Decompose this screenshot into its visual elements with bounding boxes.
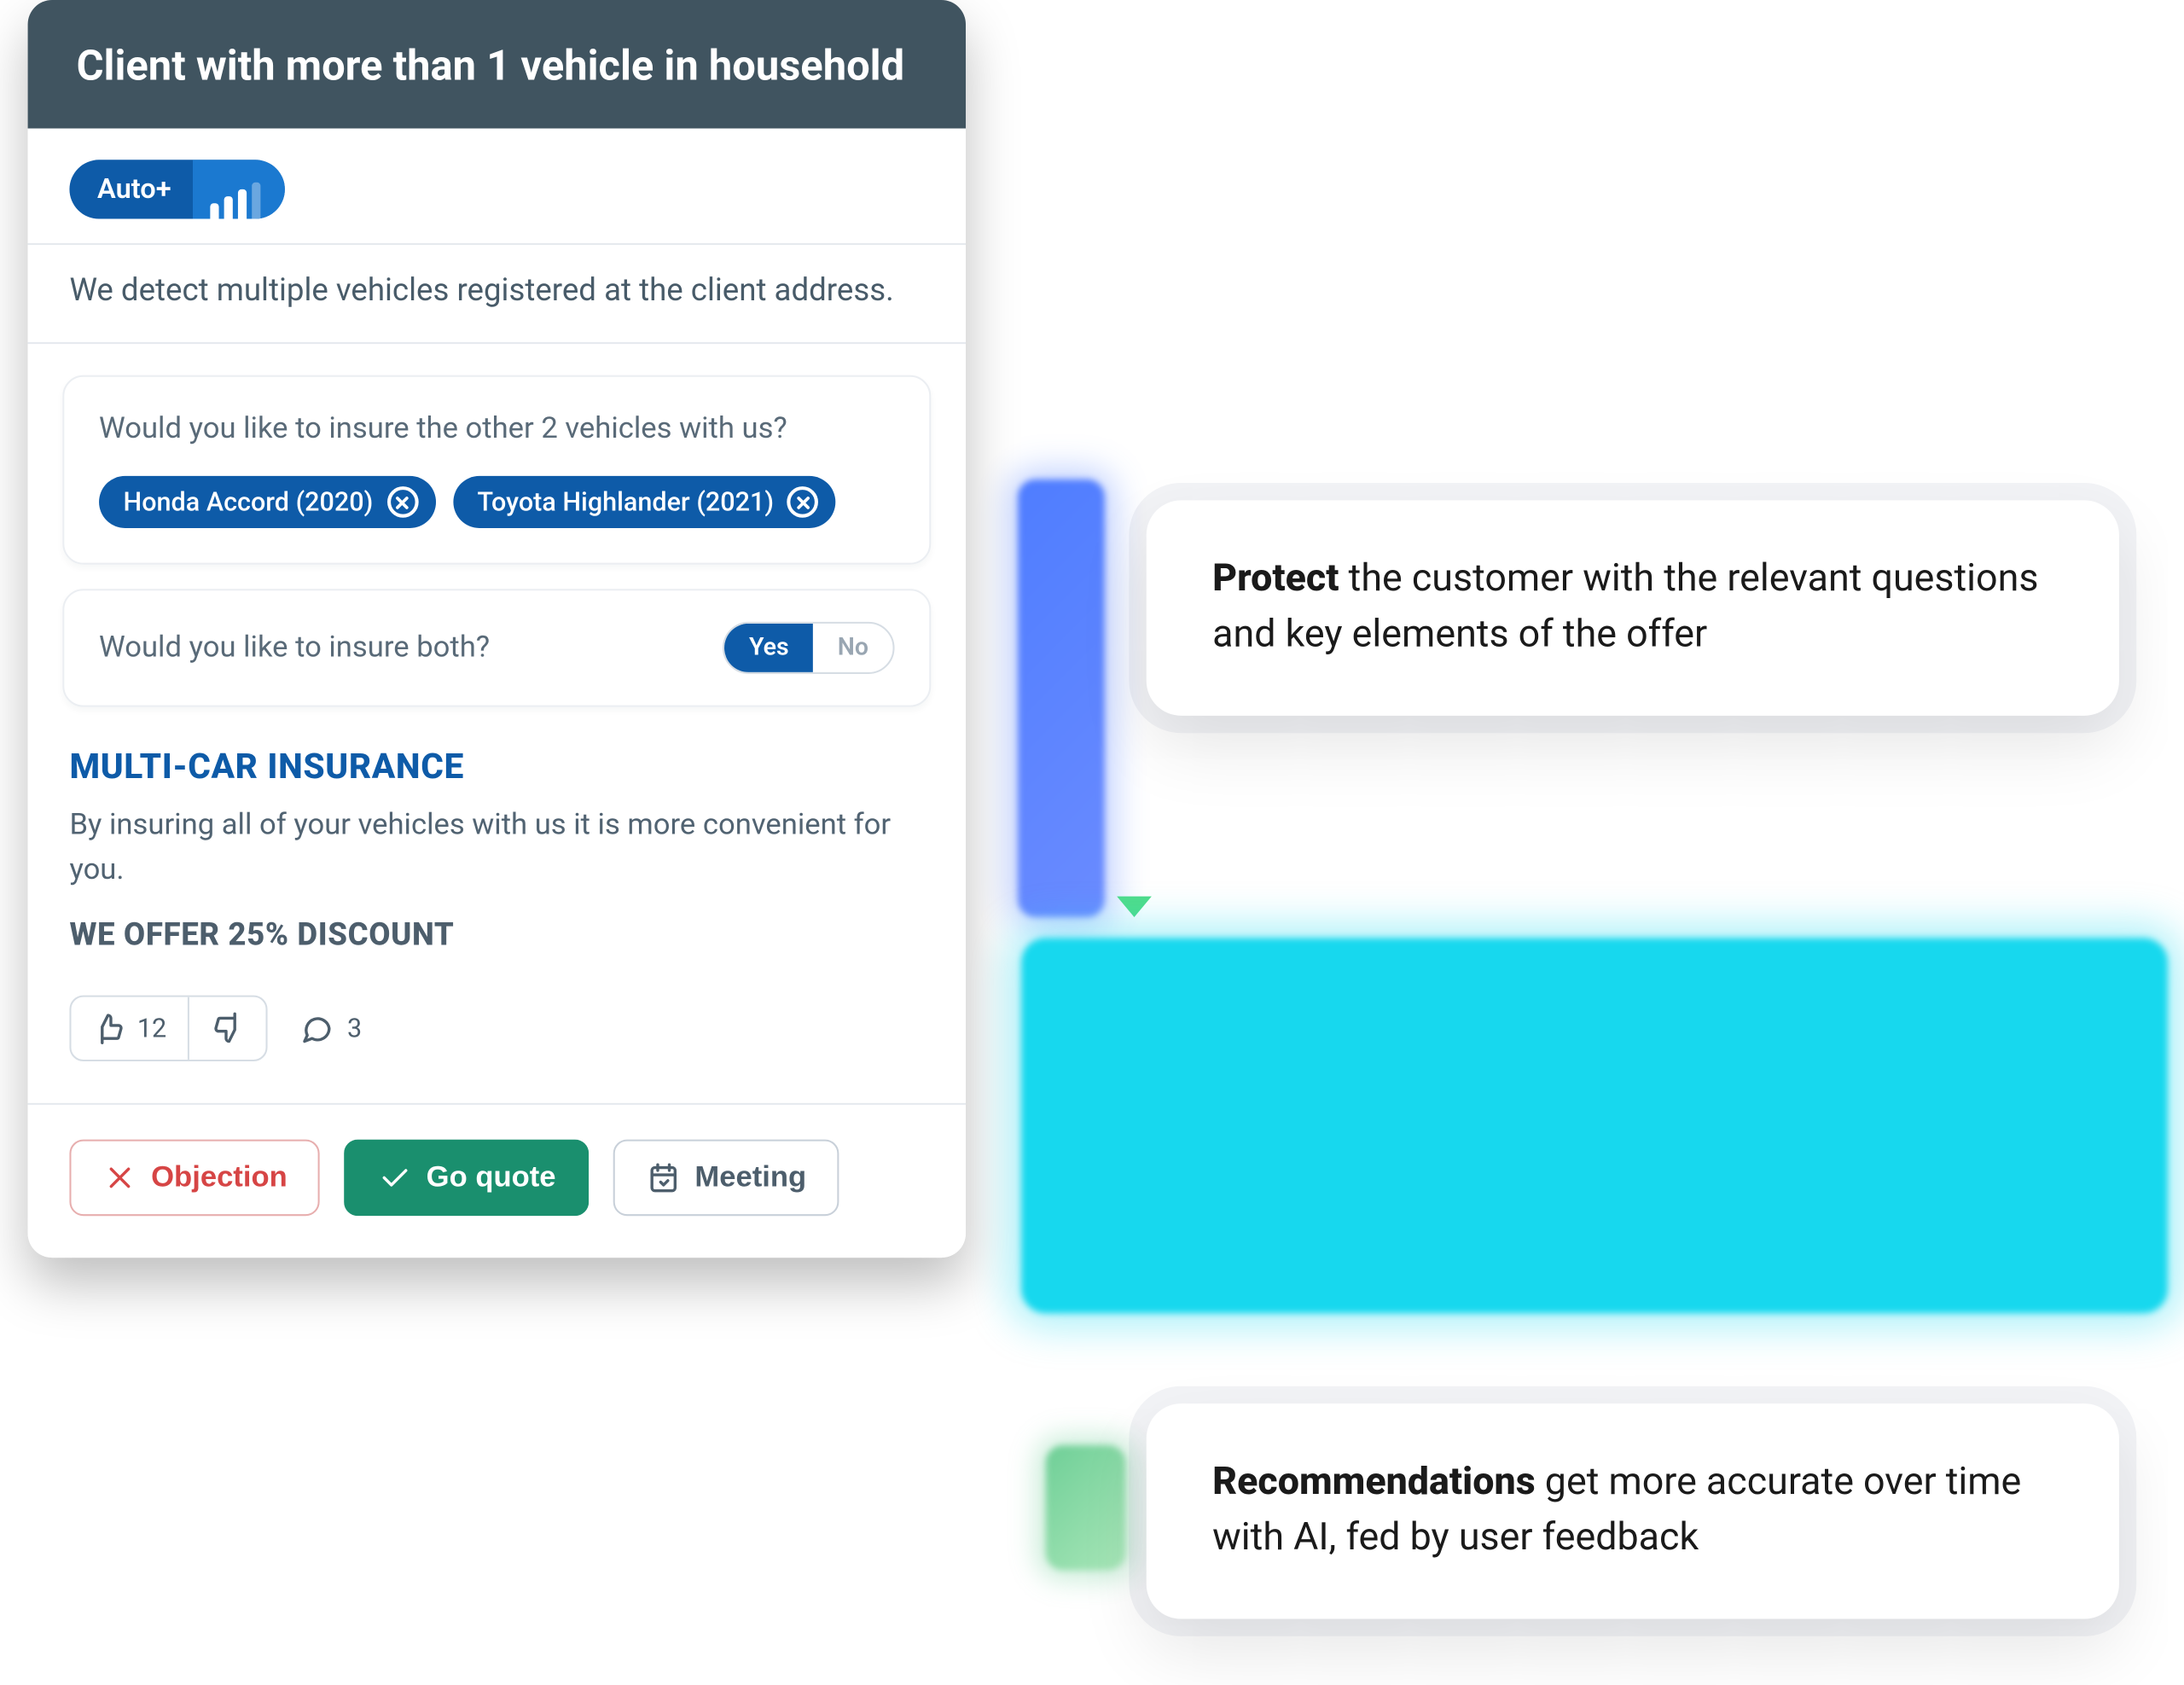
- offer-discount: WE OFFER 25% DISCOUNT: [69, 917, 924, 954]
- like-button[interactable]: 12: [71, 997, 187, 1060]
- thumbs-down-icon: [210, 1011, 245, 1046]
- comment-icon: [299, 1011, 334, 1046]
- card-title: Client with more than 1 vehicle in house…: [28, 0, 966, 129]
- vehicle-chip[interactable]: Honda Accord (2020): [99, 476, 436, 528]
- objection-button[interactable]: Objection: [69, 1140, 320, 1217]
- check-icon: [378, 1160, 413, 1195]
- action-buttons: Objection Go quote Meeting: [28, 1105, 966, 1227]
- vehicle-chip-label: Honda Accord (2020): [124, 486, 374, 518]
- offer-block: MULTI-CAR INSURANCE By insuring all of y…: [28, 707, 966, 964]
- comments-button[interactable]: 3: [299, 1011, 362, 1046]
- vehicle-chip[interactable]: Toyota Highlander (2021): [453, 476, 836, 528]
- toggle-no[interactable]: No: [813, 624, 892, 672]
- comment-count: 3: [347, 1013, 362, 1044]
- tag-row: Auto+: [28, 129, 966, 245]
- close-icon: [102, 1160, 137, 1195]
- connector-recommend: [1046, 1445, 1126, 1571]
- callout-recommendations: Recommendations get more accurate over t…: [1147, 1403, 2119, 1618]
- go-quote-button[interactable]: Go quote: [345, 1140, 589, 1217]
- thumbs-up-icon: [92, 1011, 127, 1046]
- connector-notch: [1117, 897, 1152, 917]
- insure-both-card: Would you like to insure both? Yes No: [62, 589, 931, 706]
- go-quote-label: Go quote: [427, 1160, 556, 1195]
- callout-protect-bold: Protect: [1212, 558, 1339, 601]
- auto-plus-label: Auto+: [69, 160, 192, 219]
- yes-no-toggle[interactable]: Yes No: [723, 622, 895, 674]
- dislike-button[interactable]: [188, 997, 266, 1060]
- remove-icon[interactable]: [387, 486, 419, 518]
- connector-protect: [1018, 479, 1105, 917]
- callout-protect: Protect the customer with the relevant q…: [1147, 500, 2119, 715]
- auto-plus-pill[interactable]: Auto+: [69, 160, 284, 219]
- offer-title: MULTI-CAR INSURANCE: [69, 746, 924, 787]
- vehicle-chip-label: Toyota Highlander (2021): [477, 486, 774, 518]
- calendar-icon: [646, 1160, 681, 1195]
- feedback-row: 12 3: [28, 964, 966, 1105]
- objection-label: Objection: [151, 1160, 288, 1195]
- recommendation-card: Client with more than 1 vehicle in house…: [28, 0, 966, 1258]
- signal-strength-icon: [192, 160, 284, 219]
- vehicles-card: Would you like to insure the other 2 veh…: [62, 376, 931, 565]
- toggle-yes[interactable]: Yes: [725, 624, 814, 672]
- meeting-label: Meeting: [694, 1160, 806, 1195]
- callout-rec-bold: Recommendations: [1212, 1461, 1536, 1504]
- detection-text: We detect multiple vehicles registered a…: [28, 246, 966, 345]
- remove-icon[interactable]: [787, 486, 819, 518]
- offer-body: By insuring all of your vehicles with us…: [69, 805, 924, 893]
- insure-both-question: Would you like to insure both?: [99, 630, 490, 665]
- vehicle-chip-row: Honda Accord (2020) Toyota Highlander (2…: [99, 476, 894, 528]
- like-count: 12: [137, 1013, 166, 1044]
- vehicles-question: Would you like to insure the other 2 veh…: [99, 409, 894, 451]
- connector-middle: [1021, 938, 2168, 1313]
- like-dislike-box: 12: [69, 996, 267, 1061]
- meeting-button[interactable]: Meeting: [613, 1140, 839, 1217]
